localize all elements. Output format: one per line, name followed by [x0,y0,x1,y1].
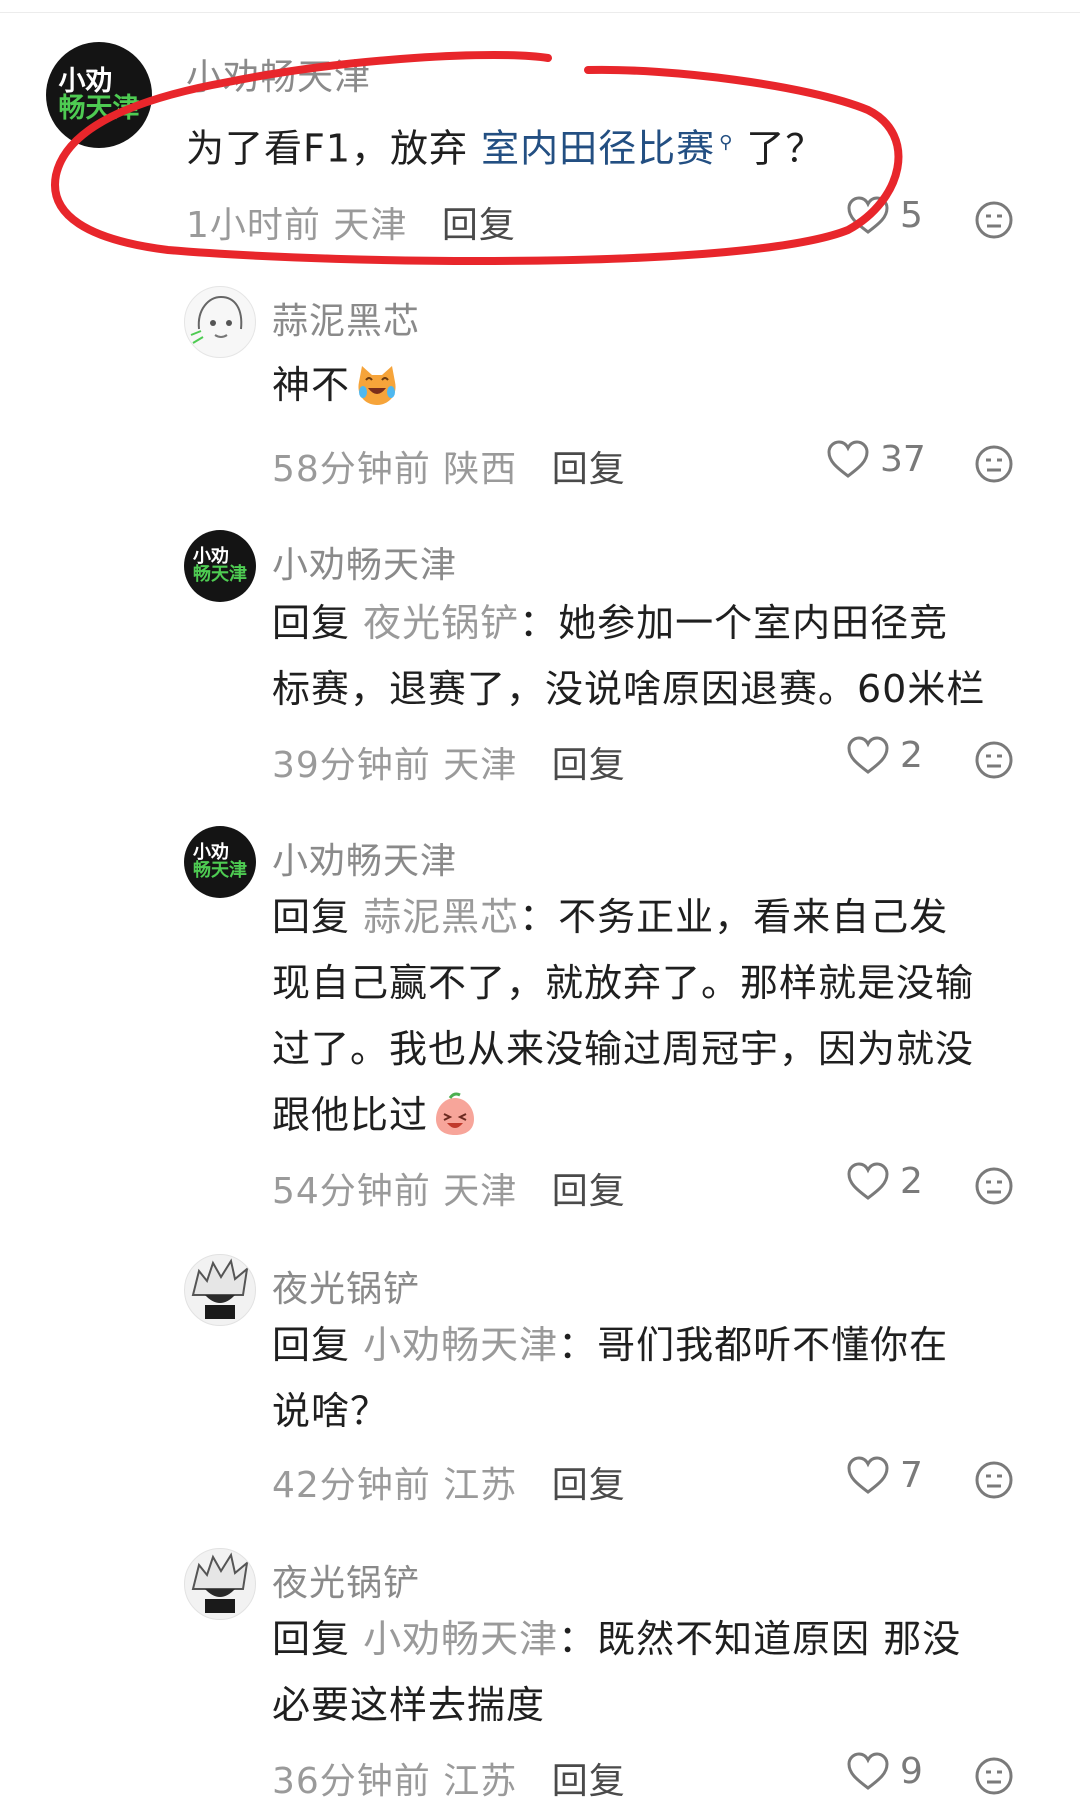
comment-text: 回复 小劝畅天津：既然不知道原因 那没 必要这样去揣度 [272,1606,961,1738]
anime-avatar-image [190,295,243,344]
comment-text-content: 神不 [272,363,351,407]
search-icon[interactable]: ⚲ [719,132,733,153]
heart-icon [847,735,889,774]
like-button[interactable]: 2 [846,735,923,776]
avatar[interactable] [184,286,256,358]
comment-text-pre: 为了看F1，放弃 [186,126,482,171]
comment-line: 必要这样去揣度 [272,1683,546,1727]
comment-region: 陕西 [443,449,518,490]
comment-text: 神不 [272,352,400,418]
heart-icon [827,439,869,478]
comment-text: 回复 小劝畅天津：哥们我都听不懂你在 说啥？ [272,1312,948,1444]
comment-region: 江苏 [443,1465,518,1506]
comment-author[interactable]: 小劝畅天津 [272,536,457,588]
comment-author[interactable]: 小劝畅天津 [272,832,457,884]
mention-link[interactable]: 小劝畅天津 [363,1323,558,1367]
comment-line: 说啥？ [272,1389,390,1433]
comment-text: 回复 夜光锅铲：她参加一个室内田径竞 标赛，退赛了，没说啥原因退赛。60米栏 [272,590,985,722]
comment-meta: 42分钟前 江苏 回复 [272,1456,626,1508]
like-count: 2 [900,1161,923,1202]
heart-icon [847,195,889,234]
avatar-text-line2: 畅天津 [193,564,247,585]
dislike-face-icon[interactable] [974,444,1014,484]
top-divider [0,12,1080,13]
comment-text: 为了看F1，放弃 室内田径比赛 ⚲ 了？ [186,110,824,182]
like-count: 5 [900,195,923,236]
comment-line: 标赛，退赛了，没说啥原因退赛。60米栏 [272,667,986,711]
comment-meta: 58分钟前 陕西 回复 [272,440,626,492]
comment-region: 天津 [333,205,408,246]
comment-text: 回复 蒜泥黑芯：不务正业，看来自己发 现自己赢不了，就放弃了。那样就是没输 过了… [272,884,974,1148]
dislike-face-icon[interactable] [974,200,1014,240]
anime-avatar-image [191,1258,249,1319]
comment-text-post: 了？ [733,126,825,171]
avatar-text-line2: 畅天津 [193,860,247,881]
comment-time: 36分钟前 [272,1761,431,1802]
comment-meta: 36分钟前 江苏 回复 [272,1752,626,1804]
avatar-text-line1: 小劝 [58,66,113,97]
dislike-face-icon[interactable] [974,1756,1014,1796]
like-count: 9 [900,1751,923,1792]
avatar[interactable]: 小劝 畅天津 [184,826,256,898]
comment-region: 江苏 [443,1761,518,1802]
cat-laugh-cry-emoji [358,366,396,405]
comment-time: 42分钟前 [272,1465,431,1506]
comment-time: 58分钟前 [272,449,431,490]
reply-button[interactable]: 回复 [552,1761,626,1802]
reply-button[interactable]: 回复 [552,745,626,786]
dislike-face-icon[interactable] [974,1460,1014,1500]
comment-line: ：她参加一个室内田径竞 [519,601,949,645]
reply-button[interactable]: 回复 [552,1171,626,1212]
comment-line: ：不务正业，看来自己发 [519,895,949,939]
comment-region: 天津 [443,1171,518,1212]
avatar[interactable]: 小劝 畅天津 [184,530,256,602]
avatar[interactable]: 小劝 畅天津 [46,42,152,148]
search-link[interactable]: 室内田径比赛 [481,127,715,171]
reply-button[interactable]: 回复 [552,1465,626,1506]
comment-time: 54分钟前 [272,1171,431,1212]
comment-author[interactable]: 夜光锅铲 [272,1554,420,1606]
like-count: 7 [900,1455,923,1496]
dislike-face-icon[interactable] [974,740,1014,780]
heart-icon [847,1161,889,1200]
reply-prefix: 回复 [272,1323,351,1367]
mention-link[interactable]: 蒜泥黑芯 [363,895,519,939]
comment-meta: 39分钟前 天津 回复 [272,736,626,788]
comment-meta: 54分钟前 天津 回复 [272,1162,626,1214]
comment-author[interactable]: 蒜泥黑芯 [272,292,420,344]
like-count: 2 [900,735,923,776]
comment-author[interactable]: 小劝畅天津 [186,48,371,100]
avatar-text-line2: 畅天津 [58,93,140,124]
comment-time: 39分钟前 [272,745,431,786]
comment-region: 天津 [443,745,518,786]
comment-line: 跟他比过 [272,1093,429,1137]
heart-icon [847,1455,889,1494]
comment-line: 现自己赢不了，就放弃了。那样就是没输 [272,961,975,1005]
mention-link[interactable]: 夜光锅铲 [363,601,519,645]
comment-time: 1小时前 [186,205,321,246]
like-button[interactable]: 37 [826,439,926,480]
like-button[interactable]: 9 [846,1751,923,1792]
comment-author[interactable]: 夜光锅铲 [272,1260,420,1312]
like-count: 37 [880,439,926,480]
comment-line: 过了。我也从来没输过周冠宇，因为就没 [272,1027,975,1071]
reply-prefix: 回复 [272,1617,351,1661]
anime-avatar-image [191,1552,249,1613]
heart-icon [847,1751,889,1790]
avatar[interactable] [184,1548,256,1620]
comment-line: ：哥们我都听不懂你在 [558,1323,949,1367]
laughing-peach-emoji [436,1092,475,1135]
reply-button[interactable]: 回复 [442,205,516,246]
avatar[interactable] [184,1254,256,1326]
comment-line: ：既然不知道原因 那没 [558,1617,962,1661]
like-button[interactable]: 5 [846,195,923,236]
like-button[interactable]: 2 [846,1161,923,1202]
reply-button[interactable]: 回复 [552,449,626,490]
reply-prefix: 回复 [272,601,351,645]
dislike-face-icon[interactable] [974,1166,1014,1206]
like-button[interactable]: 7 [846,1455,923,1496]
mention-link[interactable]: 小劝畅天津 [363,1617,558,1661]
reply-prefix: 回复 [272,895,351,939]
comment-meta: 1小时前 天津 回复 [186,196,516,248]
